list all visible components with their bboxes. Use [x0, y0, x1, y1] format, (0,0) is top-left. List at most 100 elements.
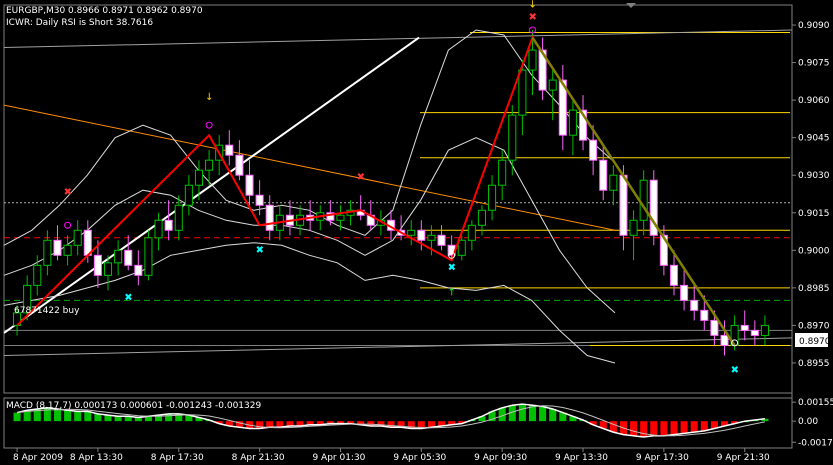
candle-body	[53, 239, 62, 256]
candle-body	[760, 324, 769, 336]
macd-bar	[549, 408, 557, 422]
x-tick-label: 9 Apr 05:30	[393, 453, 446, 463]
candle-body	[164, 219, 173, 231]
y-tick-label: 0.9045	[798, 134, 830, 144]
x-tick-label: 9 Apr 13:30	[555, 453, 608, 463]
candle-body	[174, 204, 183, 231]
y-tick-label: 0.9060	[798, 96, 830, 106]
macd-y-tick-label: 0.00	[798, 417, 818, 427]
candle-body	[427, 234, 436, 241]
candle-body	[528, 49, 537, 71]
sell-signal-icon: ✖	[528, 12, 536, 23]
macd-y-tick-label: -0.00173	[798, 438, 833, 448]
candle-body	[750, 329, 759, 336]
channel-top-line	[3, 29, 793, 49]
candle-body	[43, 239, 52, 266]
y-tick-label: 0.8970	[798, 321, 830, 331]
candle-body	[265, 204, 274, 231]
candle-body	[680, 284, 689, 301]
candle-body	[134, 264, 143, 276]
candle-body	[245, 174, 254, 196]
orange-trend-line	[3, 104, 616, 231]
up-arrow-icon: ↑	[448, 287, 456, 298]
candle-body	[568, 109, 577, 136]
candle-body	[669, 264, 679, 286]
y-tick-label: 0.9000	[798, 246, 830, 256]
candle-body	[609, 174, 618, 191]
candle-body	[63, 244, 72, 256]
y-tick-label: 0.9090	[798, 21, 830, 31]
macd-bar	[680, 421, 688, 434]
price-chart[interactable]: ↓ ↓ ↑ ✖ ✖ ✖ ✖ ✖ ✖ ✖ EURGBP,M30 0.8966 0.8971 0.89…	[0, 0, 833, 465]
candle-body	[336, 214, 345, 221]
candle-body	[457, 239, 466, 256]
macd-bar	[660, 421, 668, 436]
macd-bar	[266, 421, 274, 428]
sell-signal-icon: ✖	[357, 172, 365, 183]
macd-bar	[650, 421, 658, 436]
candle-body	[710, 319, 719, 336]
candle-body	[437, 234, 446, 246]
macd-bar	[640, 421, 648, 438]
buy-order-label: 67871422 buy	[14, 306, 80, 316]
y-tick-label: 0.9015	[798, 209, 830, 219]
buy-signal-icon: ✖	[448, 262, 456, 273]
macd-bar	[74, 411, 82, 422]
y-tick-label: 0.8955	[798, 359, 830, 369]
x-tick-label: 9 Apr 09:30	[474, 453, 527, 463]
buy-signal-icon: ✖	[731, 365, 739, 376]
x-tick-label: 8 Apr 17:30	[151, 453, 204, 463]
macd-bar	[64, 410, 72, 422]
macd-bar	[518, 404, 526, 422]
y-tick-label: 0.8985	[798, 284, 830, 294]
candle-body	[629, 219, 638, 236]
y-tick-label: 0.9075	[798, 59, 830, 69]
macd-bar	[700, 421, 708, 431]
x-tick-label: 8 Apr 21:30	[232, 453, 285, 463]
macd-bar	[630, 421, 638, 436]
candle-body	[103, 262, 113, 276]
candle-body	[73, 229, 82, 246]
candle-body	[467, 224, 476, 241]
buy-signal-icon: ✖	[256, 245, 264, 256]
macd-bar	[539, 406, 547, 422]
y-tick-label: 0.9030	[798, 171, 830, 181]
candle-body	[407, 229, 416, 236]
candle-body	[154, 219, 163, 239]
candle-body	[740, 324, 749, 331]
candle-body	[518, 69, 527, 116]
main-pane-frame	[3, 4, 793, 394]
candle-body	[700, 309, 709, 321]
candle-body	[184, 184, 193, 206]
candle-body	[619, 174, 628, 236]
down-arrow-icon: ↓	[528, 0, 536, 11]
candle-body	[720, 334, 729, 346]
main-price-pane[interactable]: ↓ ↓ ↑ ✖ ✖ ✖ ✖ ✖ ✖ ✖	[3, 0, 793, 394]
channel-bottom-line	[3, 337, 793, 356]
macd-y-tick-label: 0.001556	[798, 398, 833, 408]
zigzag-olive-line	[531, 36, 736, 347]
macd-bar	[84, 411, 92, 422]
x-tick-label: 9 Apr 21:30	[717, 453, 770, 463]
pivot-circle-icon	[205, 121, 213, 129]
symbol-line: EURGBP,M30 0.8966 0.8971 0.8962 0.8970	[6, 6, 203, 16]
candle-body	[93, 254, 102, 276]
candle-body	[417, 229, 426, 241]
macd-bar	[13, 412, 21, 422]
macd-bar	[690, 421, 698, 433]
candle-body	[690, 299, 699, 311]
macd-bar	[670, 421, 678, 435]
buy-signal-icon: ✖	[124, 292, 132, 303]
candle-body	[255, 194, 264, 206]
x-tick-label: 9 Apr 17:30	[636, 453, 689, 463]
candle-body	[124, 249, 133, 266]
macd-bar	[94, 413, 102, 422]
macd-label: MACD (8,17,7) 0.000173 0.000601 -0.00124…	[6, 401, 261, 411]
candle-body	[639, 179, 648, 221]
current-price-label: 0.8970	[799, 337, 831, 347]
candle-body	[235, 154, 244, 176]
down-arrow-icon: ↓	[205, 92, 213, 103]
candle-body	[589, 139, 598, 161]
x-tick-label: 8 Apr 2009	[13, 453, 63, 463]
candle-body	[205, 159, 214, 171]
